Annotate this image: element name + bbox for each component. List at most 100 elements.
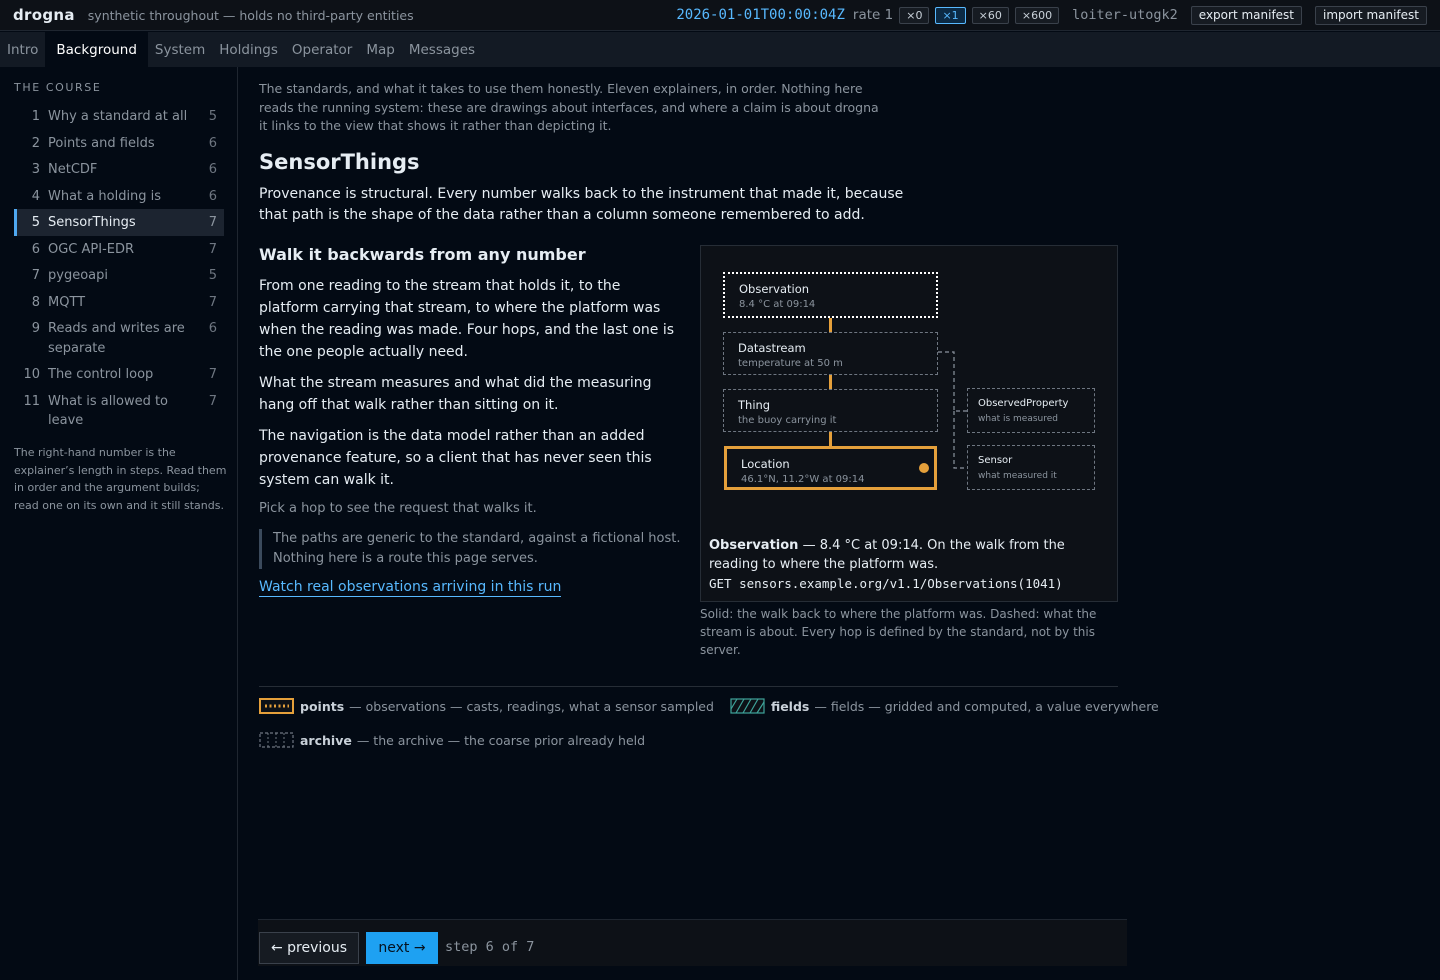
main-tabs: Intro Background System Holdings Operato… bbox=[0, 32, 1440, 67]
legend-divider bbox=[259, 686, 1118, 687]
toc-item-steps: 5 bbox=[208, 268, 217, 283]
rate-button-600[interactable]: ×600 bbox=[1014, 6, 1060, 24]
toc-item-number: 9 bbox=[31, 321, 40, 336]
toc-item-points-and-fields[interactable]: 2 Points and fields 6 bbox=[14, 130, 224, 157]
node-subtitle: what measured it bbox=[978, 471, 1057, 481]
toc-item-number: 2 bbox=[31, 135, 40, 151]
datastream-sensor-link bbox=[953, 411, 967, 469]
rate-button-0[interactable]: ×0 bbox=[899, 6, 930, 24]
fields-swatch-icon bbox=[730, 698, 765, 714]
toc-item-number: 3 bbox=[31, 162, 40, 177]
course-heading: THE COURSE bbox=[14, 81, 102, 94]
node-subtitle: the buoy carrying it bbox=[738, 415, 837, 426]
node-title: Thing bbox=[738, 398, 771, 412]
archive-swatch-icon bbox=[259, 732, 294, 748]
node-datastream[interactable]: Datastream temperature at 50 m bbox=[723, 332, 938, 375]
toc-item-steps: 6 bbox=[208, 188, 217, 204]
pick-hint: Pick a hop to see the request that walks… bbox=[259, 501, 537, 516]
export-manifest-button[interactable]: export manifest bbox=[1190, 5, 1303, 25]
lead-paragraph: Provenance is structural. Every number w… bbox=[259, 186, 904, 223]
step-body: From one reading to the stream that hold… bbox=[259, 275, 684, 500]
legend-key: points bbox=[300, 698, 345, 714]
toc-item-why-a-standard[interactable]: 1 Why a standard at all 5 bbox=[14, 103, 224, 130]
walk-link-datastream-thing bbox=[829, 375, 832, 389]
tab-map[interactable]: Map bbox=[359, 32, 402, 67]
toc-item-sensorthings[interactable]: 5 SensorThings 7 bbox=[14, 209, 224, 236]
previous-button[interactable]: ← previous bbox=[259, 932, 359, 964]
legend-text: — the archive — the coarse prior already… bbox=[356, 732, 646, 748]
legend-archive: archive — the archive — the coarse prior … bbox=[259, 732, 645, 748]
toc-item-pygeoapi[interactable]: 7 pygeoapi 5 bbox=[14, 262, 224, 289]
node-thing[interactable]: Thing the buoy carrying it bbox=[723, 389, 938, 432]
tab-operator[interactable]: Operator bbox=[285, 32, 359, 67]
app-tagline: synthetic throughout — holds no third-pa… bbox=[87, 7, 414, 23]
walk-link-observation-datastream bbox=[829, 318, 832, 332]
node-observation[interactable]: Observation 8.4 °C at 09:14 bbox=[723, 272, 938, 318]
import-manifest-button[interactable]: import manifest bbox=[1315, 5, 1427, 25]
step-heading: Walk it backwards from any number bbox=[259, 245, 586, 264]
node-location[interactable]: Location 46.1°N, 11.2°W at 09:14 bbox=[724, 446, 937, 490]
toc-item-mqtt[interactable]: 8 MQTT 7 bbox=[14, 289, 224, 316]
toc-item-steps: 7 bbox=[208, 215, 217, 230]
body-paragraph: What the stream measures and what did th… bbox=[259, 375, 652, 413]
toc-item-ogc-api-edr[interactable]: 6 OGC API-EDR 7 bbox=[14, 236, 224, 263]
toc-item-number: 5 bbox=[31, 215, 40, 230]
legend-key: archive bbox=[300, 732, 352, 748]
node-observed-property[interactable]: ObservedProperty what is measured bbox=[967, 388, 1095, 433]
node-title: Location bbox=[741, 457, 790, 471]
toc-item-steps: 6 bbox=[208, 321, 217, 336]
toc-item-control-loop[interactable]: 10 The control loop 7 bbox=[14, 361, 224, 388]
toc-item-netcdf[interactable]: 3 NetCDF 6 bbox=[14, 156, 224, 183]
toc-item-label: Points and fields bbox=[48, 135, 155, 151]
node-subtitle: 46.1°N, 11.2°W at 09:14 bbox=[741, 474, 865, 485]
top-bar-controls: 2026-01-01T00:00:04Z rate 1 ×0 ×1 ×60 ×6… bbox=[676, 5, 1427, 25]
toc-item-what-a-holding-is[interactable]: 4 What a holding is 6 bbox=[14, 183, 224, 210]
toc-item-steps: 7 bbox=[208, 241, 217, 257]
watch-observations-link[interactable]: Watch real observations arriving in this… bbox=[259, 579, 562, 597]
node-title: ObservedProperty bbox=[978, 398, 1069, 409]
toc-item-label: MQTT bbox=[48, 294, 86, 310]
tab-intro[interactable]: Intro bbox=[0, 32, 45, 67]
toc-item-steps: 7 bbox=[208, 393, 217, 409]
course-sidebar: THE COURSE 1 Why a standard at all 5 2 Poin… bbox=[0, 67, 238, 980]
toc-item-number: 7 bbox=[31, 268, 40, 283]
toc-item-steps: 6 bbox=[208, 162, 217, 177]
legend-key: fields bbox=[770, 698, 810, 714]
rate-label: rate 1 bbox=[852, 7, 894, 23]
toc-item-label: What is allowed to leave bbox=[48, 393, 169, 429]
simulation-clock: 2026-01-01T00:00:04Z bbox=[676, 7, 845, 23]
top-bar: drogna synthetic throughout — holds no t… bbox=[0, 0, 1440, 31]
toc-item-steps: 7 bbox=[208, 367, 217, 382]
rate-button-60[interactable]: ×60 bbox=[971, 6, 1009, 24]
node-subtitle: temperature at 50 m bbox=[738, 358, 843, 369]
toc-item-label: The control loop bbox=[48, 367, 154, 382]
next-button[interactable]: next → bbox=[366, 932, 438, 964]
body-paragraph: From one reading to the stream that hold… bbox=[259, 278, 675, 360]
toc-item-label: OGC API-EDR bbox=[48, 241, 135, 257]
tab-holdings[interactable]: Holdings bbox=[212, 32, 285, 67]
node-sensor[interactable]: Sensor what measured it bbox=[967, 445, 1095, 490]
toc-item-label: Why a standard at all bbox=[48, 109, 188, 124]
tab-messages[interactable]: Messages bbox=[402, 32, 482, 67]
step-indicator: step 6 of 7 bbox=[445, 939, 535, 955]
page-title: SensorThings bbox=[259, 150, 420, 174]
toc-item-label: NetCDF bbox=[48, 162, 98, 177]
hop-detail-name: Observation bbox=[709, 538, 799, 553]
tab-background[interactable]: Background bbox=[45, 32, 148, 67]
tab-system[interactable]: System bbox=[148, 32, 212, 67]
app-brand: drogna bbox=[13, 6, 75, 24]
toc-item-allowed-to-leave[interactable]: 11 What is allowed to leave 7 bbox=[14, 388, 224, 434]
step-navigation: ← previous next → step 6 of 7 bbox=[258, 919, 1127, 966]
toc-item-number: 1 bbox=[31, 109, 40, 124]
toc-item-label: SensorThings bbox=[48, 215, 136, 230]
section-intro: The standards, and what it takes to use … bbox=[259, 81, 879, 133]
toc-item-reads-and-writes[interactable]: 9 Reads and writes are separate 6 bbox=[14, 315, 224, 361]
rate-button-1[interactable]: ×1 bbox=[935, 6, 966, 24]
sensorthings-diagram: Observation 8.4 °C at 09:14 Datastream t… bbox=[700, 245, 1118, 602]
toc-item-label: pygeoapi bbox=[48, 268, 108, 283]
node-title: Datastream bbox=[738, 341, 806, 355]
toc-item-number: 10 bbox=[23, 367, 40, 382]
position-marker-icon bbox=[919, 463, 929, 473]
toc-item-number: 6 bbox=[31, 241, 40, 257]
node-subtitle: 8.4 °C at 09:14 bbox=[739, 299, 816, 310]
